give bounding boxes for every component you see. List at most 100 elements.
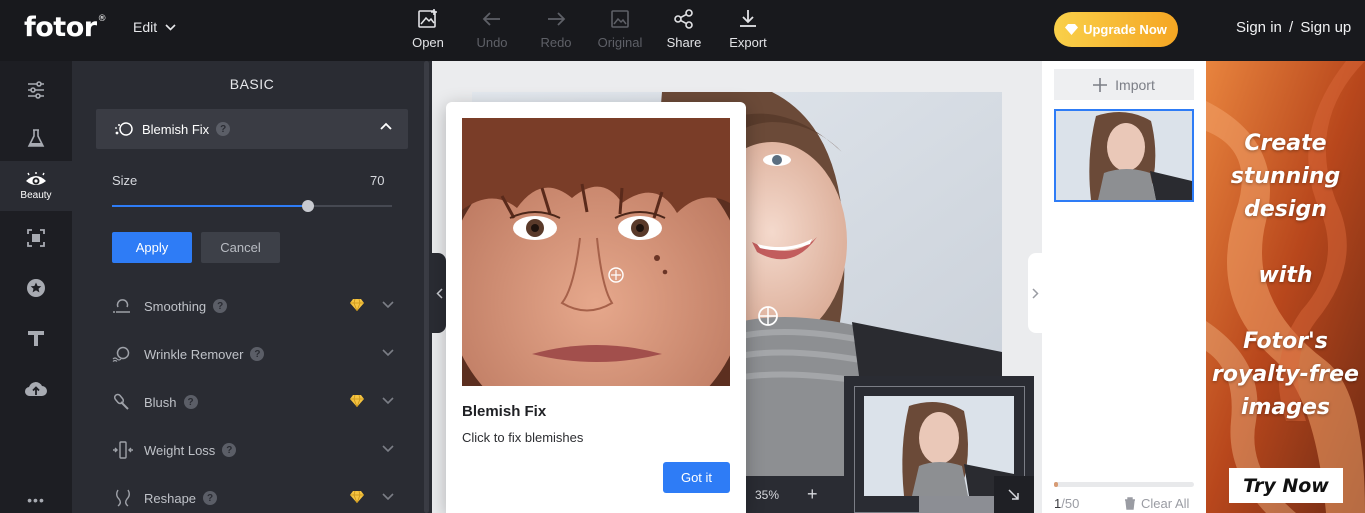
chevron-down-icon	[382, 301, 394, 309]
chevron-up-icon	[380, 122, 392, 130]
eye-icon	[26, 171, 46, 185]
arrow-down-right-icon	[1008, 488, 1019, 500]
weight-loss-label: Weight Loss	[144, 442, 216, 458]
ad-line: Fotor's	[1243, 329, 1328, 354]
rail-frames[interactable]	[0, 213, 72, 263]
sign-in-link[interactable]: Sign in	[1236, 19, 1282, 36]
more-icon: •••	[27, 492, 45, 508]
fotor-logo[interactable]: fotor®	[24, 12, 107, 43]
toolbar: Open Undo Redo Original Share Export	[396, 8, 780, 50]
chevron-down-icon	[382, 445, 394, 453]
left-icon-rail: Beauty •••	[0, 61, 72, 513]
try-now-button[interactable]: Try Now	[1229, 468, 1343, 503]
weight-loss-icon	[112, 441, 134, 459]
ad-headline: Create stunning design with Fotor's roya…	[1206, 127, 1365, 424]
tooltip-example-image	[462, 118, 730, 386]
help-icon[interactable]: ?	[250, 347, 265, 361]
image-count-total: /50	[1061, 496, 1080, 511]
advertisement-banner[interactable]: Create stunning design with Fotor's roya…	[1206, 61, 1365, 513]
image-add-icon	[417, 8, 439, 30]
chevron-down-icon	[382, 349, 394, 357]
rail-beauty[interactable]: Beauty	[0, 161, 72, 211]
ad-line	[1206, 292, 1365, 325]
undo-label: Undo	[476, 35, 508, 50]
size-slider-fill	[112, 205, 308, 207]
help-icon[interactable]: ?	[216, 122, 231, 136]
edit-menu[interactable]: Edit	[133, 19, 176, 35]
help-icon[interactable]: ?	[213, 299, 228, 313]
sign-up-link[interactable]: Sign up	[1300, 19, 1351, 36]
size-value: 70	[370, 173, 385, 188]
help-icon[interactable]: ?	[183, 395, 198, 409]
wrinkle-remover-label: Wrinkle Remover	[144, 346, 244, 362]
sign-in-area: Sign in / Sign up	[1236, 19, 1351, 36]
size-slider-knob[interactable]	[302, 200, 314, 212]
reshape-item[interactable]: Reshape ?	[112, 483, 408, 513]
chevron-down-icon	[165, 23, 176, 31]
chevron-down-icon	[382, 493, 394, 501]
undo-button[interactable]: Undo	[460, 8, 524, 50]
help-icon[interactable]: ?	[222, 443, 237, 457]
image-thumbnail[interactable]	[1054, 109, 1194, 202]
blemish-fix-section[interactable]: Blemish Fix ?	[96, 109, 408, 149]
navigator-scrollbar[interactable]	[919, 496, 994, 513]
smoothing-label: Smoothing	[144, 298, 207, 314]
sign-separator: /	[1289, 19, 1294, 36]
weight-loss-item[interactable]: Weight Loss ?	[112, 435, 408, 465]
apply-button[interactable]: Apply	[112, 232, 192, 263]
cancel-button[interactable]: Cancel	[201, 232, 280, 263]
arrow-left-icon	[482, 8, 502, 30]
rail-stickers[interactable]	[0, 263, 72, 313]
blush-item[interactable]: Blush ?	[112, 387, 408, 417]
redo-label: Redo	[540, 35, 572, 50]
smoothing-icon	[112, 298, 134, 314]
navigator-preview[interactable]	[844, 376, 1034, 513]
clear-all-button[interactable]: Clear All	[1124, 496, 1189, 511]
arrow-right-icon	[546, 8, 566, 30]
navigator-toggle-button[interactable]	[994, 476, 1034, 513]
flask-icon	[27, 129, 45, 147]
rail-adjust[interactable]	[0, 65, 72, 115]
premium-gem-icon	[350, 491, 364, 503]
redo-button[interactable]: Redo	[524, 8, 588, 50]
upgrade-now-button[interactable]: Upgrade Now	[1054, 12, 1178, 47]
expand-right-panel-button[interactable]	[1028, 253, 1042, 333]
open-label: Open	[412, 35, 444, 50]
wrinkle-remover-item[interactable]: Wrinkle Remover ?	[112, 339, 408, 369]
rail-uploads[interactable]	[0, 363, 72, 413]
original-label: Original	[597, 35, 643, 50]
zoom-bar: 35% +	[745, 476, 845, 513]
sliders-icon	[28, 81, 44, 99]
brush-icon	[112, 393, 134, 411]
ad-line: design	[1244, 197, 1327, 222]
rail-effects[interactable]	[0, 113, 72, 163]
got-it-button[interactable]: Got it	[663, 462, 730, 493]
share-icon	[673, 8, 695, 30]
image-count: 1/50	[1054, 496, 1079, 511]
share-label: Share	[666, 35, 702, 50]
panel-scrollbar[interactable]	[424, 61, 429, 513]
ad-line: images	[1240, 395, 1331, 420]
rail-text[interactable]	[0, 313, 72, 363]
help-icon[interactable]: ?	[203, 491, 218, 505]
share-button[interactable]: Share	[652, 8, 716, 50]
plus-icon	[1093, 77, 1108, 92]
zoom-level: 35%	[755, 487, 780, 502]
original-button[interactable]: Original	[588, 8, 652, 50]
zoom-in-button[interactable]: +	[807, 484, 818, 505]
premium-gem-icon	[350, 299, 364, 311]
collapse-panel-button[interactable]	[432, 253, 446, 333]
frame-icon	[27, 229, 45, 247]
upgrade-label: Upgrade Now	[1083, 22, 1167, 37]
chevron-right-icon	[1031, 287, 1039, 299]
export-button[interactable]: Export	[716, 8, 780, 50]
import-button[interactable]: Import	[1054, 69, 1194, 100]
size-slider[interactable]	[112, 200, 392, 212]
image-icon	[610, 8, 630, 30]
star-icon	[27, 279, 45, 297]
smoothing-item[interactable]: Smoothing ?	[112, 291, 408, 321]
rail-more[interactable]: •••	[0, 487, 72, 513]
image-count-progress	[1054, 482, 1194, 487]
open-button[interactable]: Open	[396, 8, 460, 50]
text-icon	[28, 331, 44, 346]
